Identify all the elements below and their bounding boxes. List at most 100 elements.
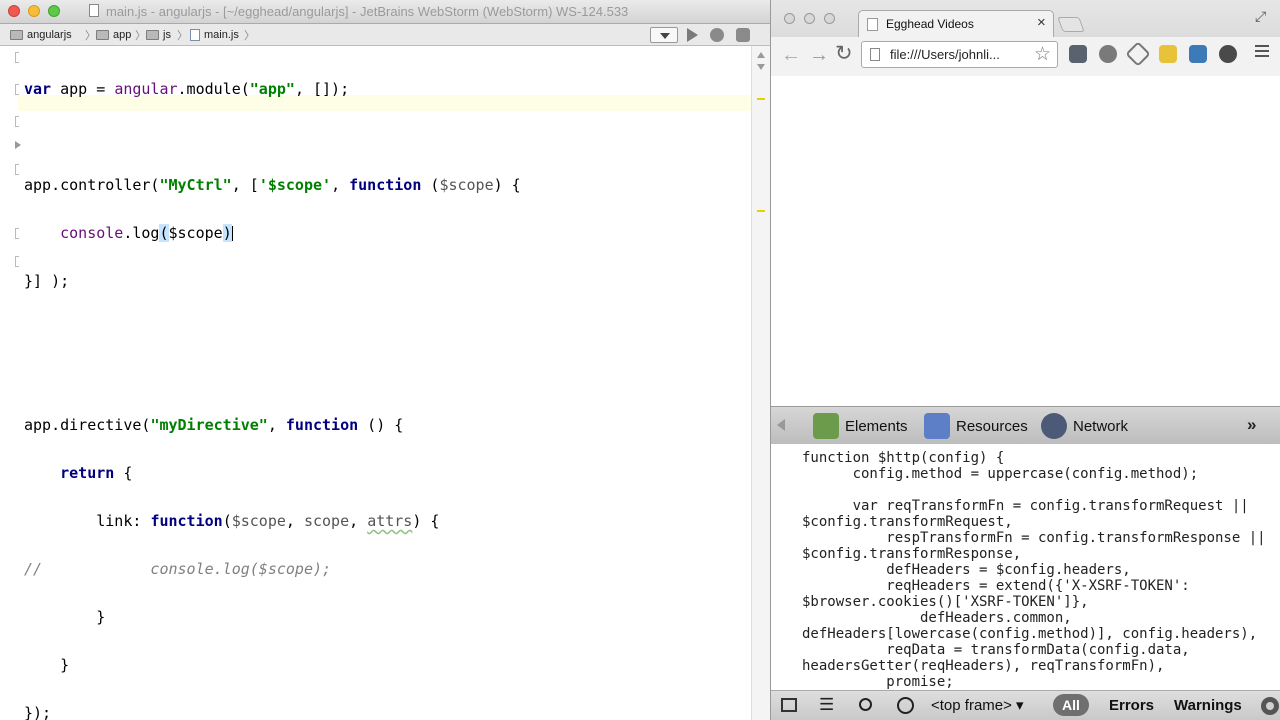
document-icon — [89, 4, 99, 17]
filter-warnings-button[interactable]: Warnings — [1174, 697, 1242, 714]
frame-selector-label: <top frame> — [931, 697, 1012, 714]
settings-icon[interactable] — [736, 28, 750, 42]
fold-marker[interactable] — [15, 164, 19, 175]
filter-all-button[interactable]: All — [1053, 694, 1089, 716]
ide-window-title: main.js - angularjs - [~/egghead/angular… — [106, 4, 629, 19]
devtools-tabbar: Elements Resources Network » — [771, 406, 1280, 444]
fullscreen-icon[interactable]: ⤢ — [1255, 8, 1266, 25]
close-window-button[interactable] — [8, 5, 20, 17]
breadcrumb-project[interactable]: angularjs — [10, 26, 72, 43]
eyedropper-extension-icon[interactable] — [1125, 41, 1151, 67]
fold-marker[interactable] — [15, 52, 19, 63]
breadcrumb-js[interactable]: js — [146, 26, 171, 43]
console-output[interactable]: function $http(config) { config.method =… — [786, 444, 1280, 690]
google-drive-extension-icon[interactable] — [1159, 45, 1177, 63]
source-code[interactable]: var app = angular.module("app", []); app… — [24, 49, 521, 720]
debug-icon[interactable] — [710, 28, 724, 42]
address-bar[interactable]: file:///Users/johnli... ☆ — [861, 41, 1058, 68]
token: scope — [303, 512, 350, 530]
filter-errors-button[interactable]: Errors — [1109, 697, 1154, 714]
token: ( — [222, 512, 232, 530]
close-window-button[interactable] — [784, 13, 795, 24]
devtools-tab-elements[interactable]: Elements — [813, 411, 908, 441]
bookmark-star-icon[interactable]: ☆ — [1034, 43, 1051, 66]
code-line-comment: // console.log($scope); — [24, 561, 521, 577]
console-line: function $http(config) { — [802, 450, 1005, 466]
breadcrumb-app[interactable]: app — [96, 26, 131, 43]
token: function — [285, 416, 359, 434]
run-configuration-dropdown[interactable] — [650, 27, 678, 43]
scroll-up-icon[interactable] — [757, 52, 765, 58]
search-icon[interactable] — [859, 698, 872, 711]
ide-window: main.js - angularjs - [~/egghead/angular… — [0, 0, 770, 720]
extension-icon[interactable] — [1219, 45, 1237, 63]
zoom-window-button[interactable] — [824, 13, 835, 24]
browser-tab[interactable]: Egghead Videos × — [858, 10, 1054, 37]
page-icon — [870, 48, 880, 61]
gear-icon[interactable] — [1261, 697, 1279, 715]
fold-marker[interactable] — [15, 256, 19, 267]
reload-button[interactable]: ↻ — [835, 43, 853, 65]
scroll-down-icon[interactable] — [757, 64, 765, 70]
token: , — [331, 176, 350, 194]
breadcrumb-file[interactable]: main.js — [190, 26, 239, 43]
devtools-tab-label: Elements — [845, 417, 908, 435]
code-editor[interactable]: var app = angular.module("app", []); app… — [0, 46, 770, 720]
token: ) { — [493, 176, 521, 194]
back-button[interactable]: ← — [781, 45, 801, 65]
tab-close-icon[interactable]: × — [1037, 14, 1046, 31]
fold-marker[interactable] — [15, 228, 19, 239]
new-tab-button[interactable] — [1057, 17, 1085, 32]
console-line: promise; — [802, 674, 954, 690]
forward-button[interactable]: → — [809, 45, 829, 65]
zoom-window-button[interactable] — [48, 5, 60, 17]
console-line: defHeaders[lowercase(config.method)], co… — [802, 626, 1258, 642]
code-line: link: function($scope, scope, attrs) { — [24, 513, 521, 529]
console-drawer-icon[interactable]: ☰ — [819, 695, 834, 715]
tab-title: Egghead Videos — [886, 17, 974, 31]
console-line: respTransformFn = config.transformRespon… — [802, 530, 1266, 546]
token: console — [24, 224, 124, 242]
warning-marker[interactable] — [757, 98, 765, 100]
dock-icon[interactable] — [781, 698, 797, 712]
warning-marker[interactable] — [757, 210, 765, 212]
browser-menu-icon[interactable] — [1255, 45, 1269, 59]
breadcrumb-separator: 〉 — [244, 30, 255, 42]
token: , — [349, 512, 368, 530]
breadcrumb-label: main.js — [204, 28, 239, 41]
pocket-extension-icon[interactable] — [1069, 45, 1087, 63]
fold-marker[interactable] — [15, 116, 19, 127]
download-extension-icon[interactable] — [1099, 45, 1117, 63]
code-line: }] ); — [24, 273, 521, 289]
network-icon — [1041, 413, 1067, 439]
fold-marker[interactable] — [15, 84, 19, 95]
more-tabs-icon[interactable]: » — [1247, 415, 1256, 435]
folder-icon — [146, 29, 159, 40]
check-extension-icon[interactable] — [1189, 45, 1207, 63]
code-line: return { — [24, 465, 521, 481]
editor-error-stripe[interactable] — [751, 46, 770, 720]
code-line: app.controller("MyCtrl", ['$scope', func… — [24, 177, 521, 193]
browser-chrome: Egghead Videos × ⤢ ← → ↻ file:///Users/j… — [771, 0, 1280, 76]
fold-arrow-icon[interactable] — [15, 141, 21, 149]
breadcrumb-label: js — [163, 28, 171, 41]
frame-selector[interactable]: <top frame> ▾ — [931, 696, 1024, 714]
token: .log — [123, 224, 160, 242]
token: function — [349, 176, 422, 194]
run-icon[interactable] — [687, 28, 698, 42]
devtools-back-icon[interactable] — [777, 419, 785, 431]
page-viewport — [786, 76, 1280, 406]
token: { — [114, 464, 133, 482]
console-line: headersGetter(reqHeaders), reqTransformF… — [802, 658, 1165, 674]
devtools-tab-resources[interactable]: Resources — [924, 411, 1028, 441]
token: , [ — [231, 176, 259, 194]
clear-console-icon[interactable] — [897, 697, 914, 714]
minimize-window-button[interactable] — [804, 13, 815, 24]
minimize-window-button[interactable] — [28, 5, 40, 17]
editor-gutter — [0, 46, 21, 720]
devtools-tab-network[interactable]: Network — [1041, 411, 1128, 441]
browser-window: Egghead Videos × ⤢ ← → ↻ file:///Users/j… — [770, 0, 1280, 720]
